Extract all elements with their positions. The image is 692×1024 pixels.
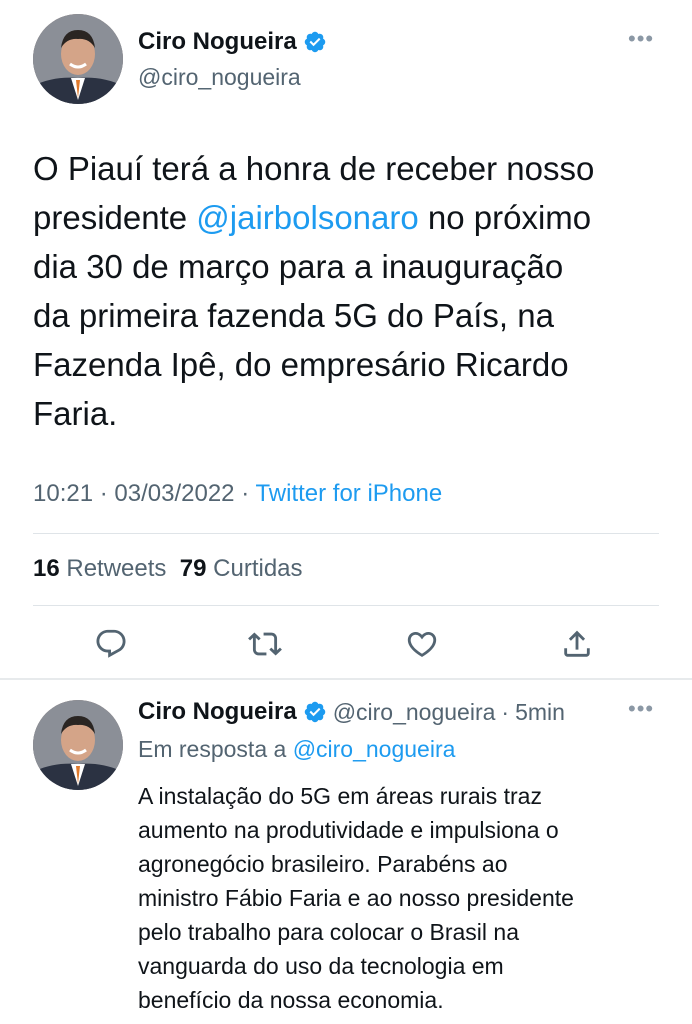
reply-time[interactable]: 5min bbox=[515, 699, 565, 726]
reply-prefix: Em resposta a bbox=[138, 736, 287, 762]
author-handle[interactable]: @ciro_nogueira bbox=[138, 64, 301, 91]
likes-count: 79 bbox=[179, 555, 207, 582]
avatar-portrait bbox=[33, 700, 123, 790]
meta-separator: · bbox=[241, 480, 250, 507]
divider bbox=[33, 605, 659, 606]
retweets-label: Retweets bbox=[66, 555, 167, 582]
reply-tweet-text: A instalação do 5G em áreas rurais traz … bbox=[138, 783, 574, 1013]
verified-badge-icon bbox=[304, 701, 325, 723]
meta-separator: · bbox=[501, 698, 510, 725]
tweet-source[interactable]: Twitter for iPhone bbox=[255, 480, 442, 507]
reply-author-avatar[interactable] bbox=[33, 700, 123, 790]
reply-button[interactable] bbox=[91, 624, 131, 664]
tweet-separator bbox=[0, 678, 692, 680]
tweet-meta: 10:21 · 03/03/2022 · Twitter for iPhone bbox=[33, 480, 442, 508]
reply-author-handle[interactable]: @ciro_nogueira bbox=[333, 699, 496, 726]
share-button[interactable] bbox=[557, 624, 597, 664]
retweets-count: 16 bbox=[33, 555, 60, 582]
tweet-date[interactable]: 03/03/2022 bbox=[114, 480, 234, 507]
heart-icon bbox=[407, 631, 437, 657]
retweet-icon bbox=[248, 632, 282, 656]
mention-link[interactable]: @jairbolsonaro bbox=[196, 199, 418, 236]
retweets-stat[interactable]: 16 Retweets bbox=[33, 555, 166, 582]
more-options-icon[interactable]: ••• bbox=[628, 696, 654, 722]
meta-separator: · bbox=[99, 480, 108, 507]
like-button[interactable] bbox=[402, 624, 442, 664]
likes-label: Curtidas bbox=[213, 555, 303, 582]
reply-context: Em resposta a @ciro_nogueira bbox=[138, 736, 455, 763]
tweet-text: O Piauí terá a honra de receber nosso pr… bbox=[33, 144, 663, 438]
author-name[interactable]: Ciro Nogueira bbox=[138, 28, 297, 56]
more-options-icon[interactable]: ••• bbox=[628, 26, 654, 52]
divider bbox=[33, 533, 659, 534]
share-icon bbox=[564, 630, 590, 657]
tweet-stats: 16 Retweets 79 Curtidas bbox=[33, 555, 303, 583]
reply-author-name[interactable]: Ciro Nogueira bbox=[138, 698, 297, 726]
verified-badge-icon bbox=[304, 31, 325, 53]
avatar-portrait bbox=[33, 14, 123, 104]
reply-to-mention[interactable]: @ciro_nogueira bbox=[293, 736, 456, 762]
reply-icon bbox=[96, 629, 126, 658]
tweet-time[interactable]: 10:21 bbox=[33, 480, 93, 507]
retweet-button[interactable] bbox=[245, 624, 285, 664]
author-avatar[interactable] bbox=[33, 14, 123, 104]
likes-stat[interactable]: 79 Curtidas bbox=[180, 555, 303, 582]
